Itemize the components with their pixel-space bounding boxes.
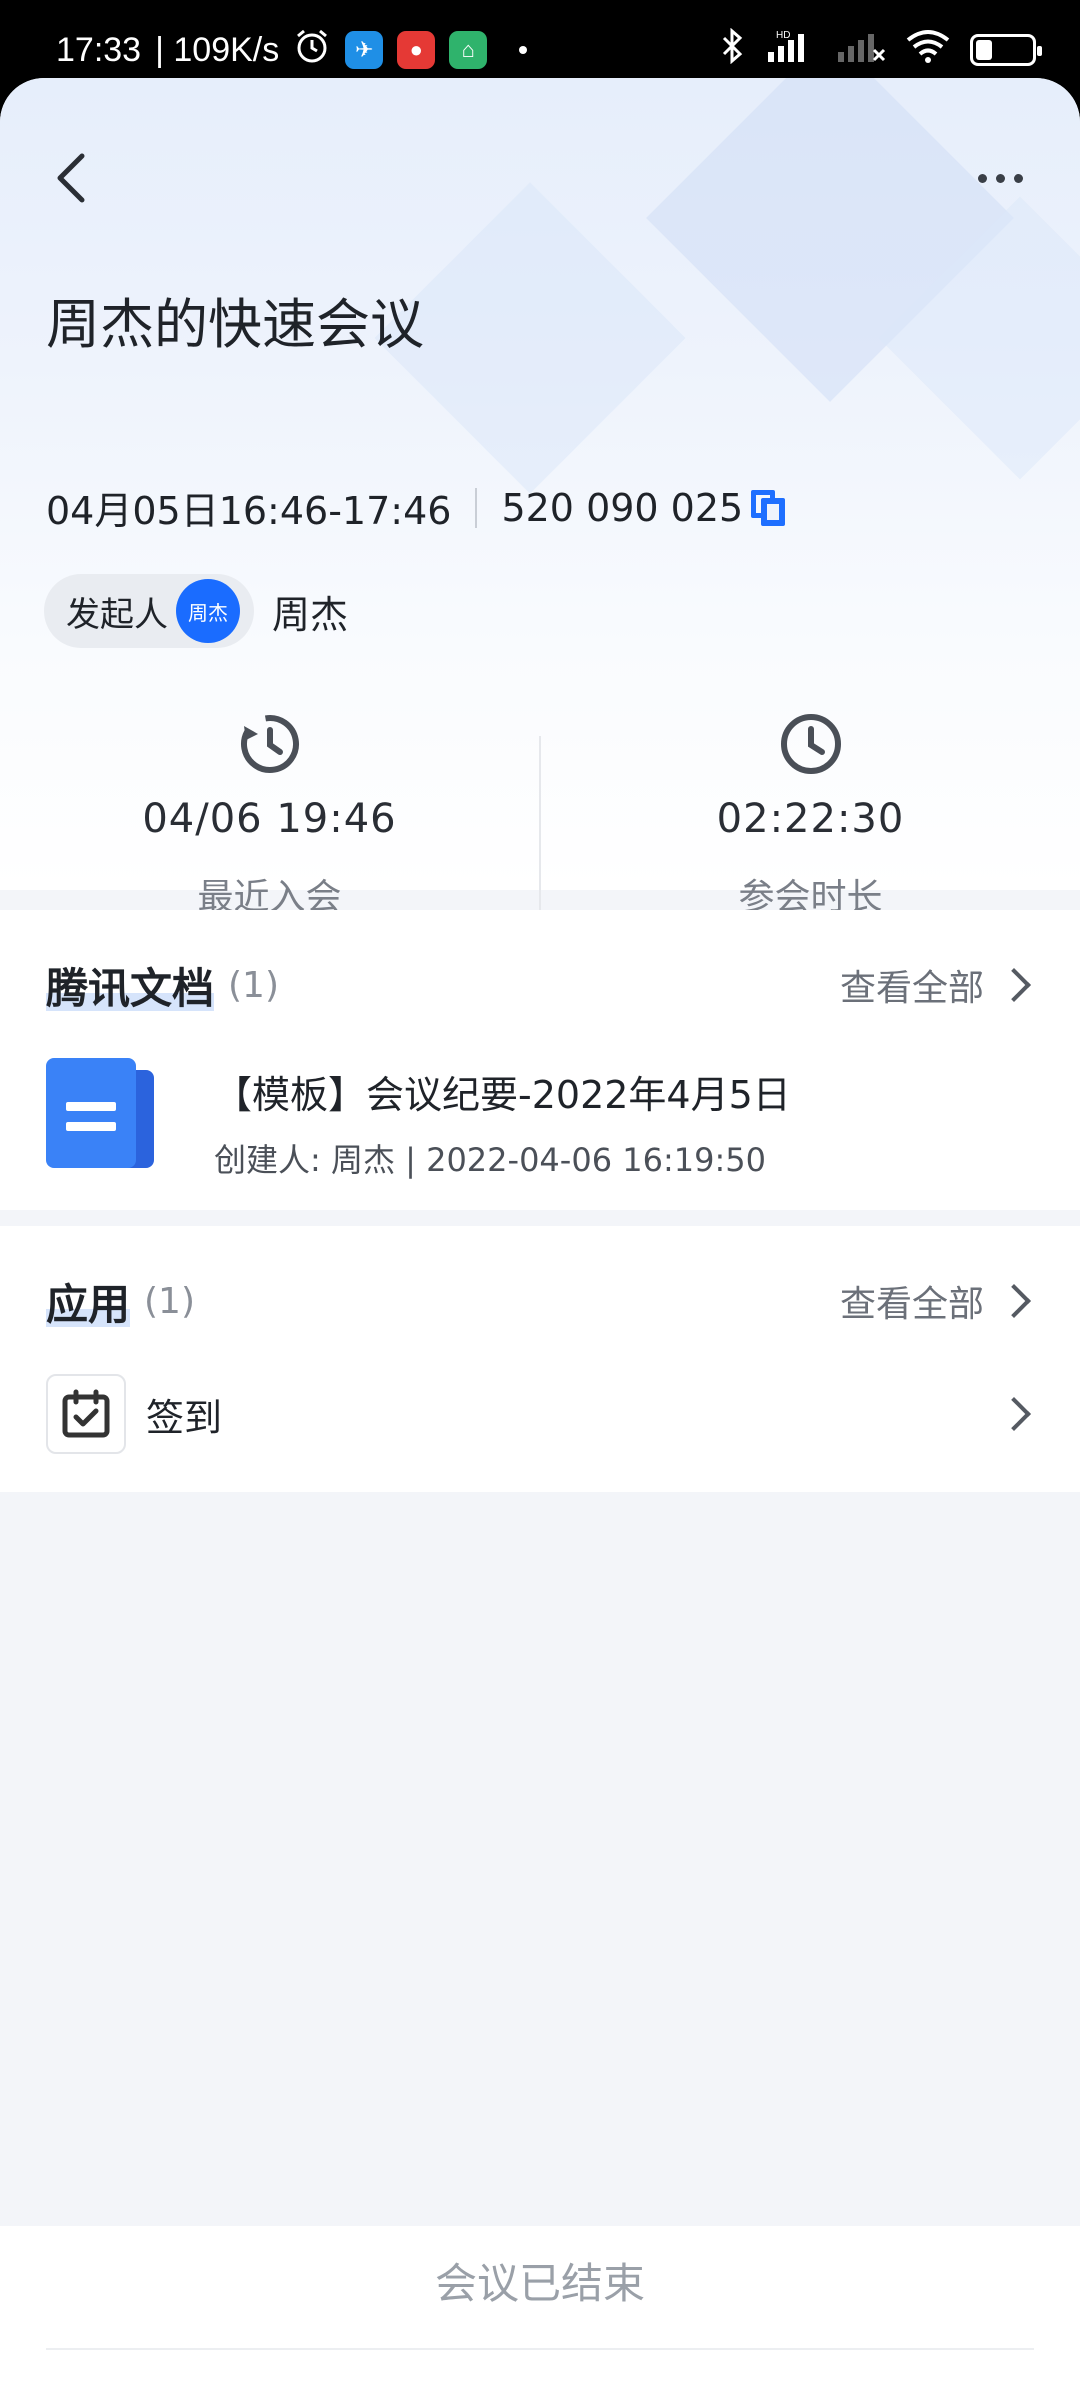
notification-dot xyxy=(519,46,528,54)
initiator-row: 发起人 周杰 周杰 xyxy=(44,574,348,648)
meeting-id: 520 090 025 xyxy=(501,485,744,530)
page-title: 周杰的快速会议 xyxy=(46,293,424,356)
initiator-label: 发起人 xyxy=(66,594,168,635)
app-label: 签到 xyxy=(146,1395,223,1440)
clock-icon xyxy=(780,714,841,774)
wifi-icon xyxy=(904,28,952,73)
section-count: (1) xyxy=(228,964,280,1006)
meeting-detail-page: 周杰的快速会议 04月05日16:46-17:46 520 090 025 发起… xyxy=(0,78,1080,2400)
meeting-ended-status: 会议已结束 xyxy=(434,2259,645,2308)
stat-duration: 02:22:30 参会时长 xyxy=(541,698,1080,928)
signal-icon xyxy=(834,28,886,73)
docs-section: 腾讯文档 (1) 查看全部 【模板】会议纪要-2022年4月5日 创建人: 周杰… xyxy=(0,910,1080,1210)
section-title: 应用 xyxy=(46,1270,131,1332)
app1-icon: ✈ xyxy=(345,31,384,69)
meta-divider xyxy=(475,487,478,528)
doc-subtitle: 创建人: 周杰 | 2022-04-06 16:19:50 xyxy=(214,1141,766,1179)
svg-text:HD: HD xyxy=(776,30,790,41)
stat-last-joined: 04/06 19:46 最近入会 xyxy=(0,698,539,928)
hero-header: 周杰的快速会议 04月05日16:46-17:46 520 090 025 发起… xyxy=(0,78,1080,918)
chevron-right-icon xyxy=(997,968,1031,1002)
status-time: 17:33 xyxy=(56,30,142,69)
calendar-check-icon xyxy=(46,1374,126,1454)
stat-value: 04/06 19:46 xyxy=(142,796,397,842)
battery-icon xyxy=(970,34,1042,66)
system-nav-bar xyxy=(0,2376,1080,2400)
initiator-name: 周杰 xyxy=(272,592,349,637)
see-all-docs-button[interactable]: 查看全部 xyxy=(840,959,1034,1011)
chevron-left-icon xyxy=(57,153,85,203)
section-title: 腾讯文档 xyxy=(46,954,215,1016)
alarm-icon xyxy=(293,27,331,74)
stats-panel: 04/06 19:46 最近入会 02:22:30 参会时长 xyxy=(0,698,1080,928)
app-item-checkin[interactable]: 签到 xyxy=(46,1374,1034,1454)
app3-icon: ⌂ xyxy=(449,31,488,69)
see-all-label: 查看全部 xyxy=(839,968,984,1009)
see-all-apps-button[interactable]: 查看全部 xyxy=(840,1275,1034,1327)
back-button[interactable] xyxy=(40,148,100,208)
meeting-meta: 04月05日16:46-17:46 520 090 025 xyxy=(46,480,787,535)
history-clock-icon xyxy=(240,715,299,773)
doc-item[interactable]: 【模板】会议纪要-2022年4月5日 创建人: 周杰 | 2022-04-06 … xyxy=(46,1058,791,1181)
see-all-label: 查看全部 xyxy=(839,1284,984,1325)
initiator-pill: 发起人 周杰 xyxy=(44,574,254,648)
doc-title: 【模板】会议纪要-2022年4月5日 xyxy=(214,1073,791,1117)
bottom-bar: 会议已结束 xyxy=(0,2226,1080,2400)
stat-value: 02:22:30 xyxy=(716,796,905,842)
copy-icon[interactable] xyxy=(751,489,787,526)
hd-signal-icon: HD xyxy=(762,28,816,73)
meeting-time-range: 04月05日16:46-17:46 xyxy=(46,489,452,533)
section-count: (1) xyxy=(144,1280,196,1322)
more-button[interactable] xyxy=(960,148,1040,208)
apps-header: 应用 (1) 查看全部 xyxy=(46,1268,1034,1334)
status-speed: | 109K/s xyxy=(155,30,280,69)
bluetooth-icon xyxy=(720,27,744,73)
avatar[interactable]: 周杰 xyxy=(176,579,240,643)
docs-header: 腾讯文档 (1) 查看全部 xyxy=(46,952,1034,1018)
app2-icon: ● xyxy=(397,31,436,69)
divider xyxy=(46,2348,1034,2350)
apps-section: 应用 (1) 查看全部 签到 xyxy=(0,1226,1080,1492)
chevron-right-icon xyxy=(997,1397,1031,1431)
nav-bar xyxy=(0,138,1080,218)
document-icon xyxy=(46,1058,154,1168)
chevron-right-icon xyxy=(997,1284,1031,1318)
